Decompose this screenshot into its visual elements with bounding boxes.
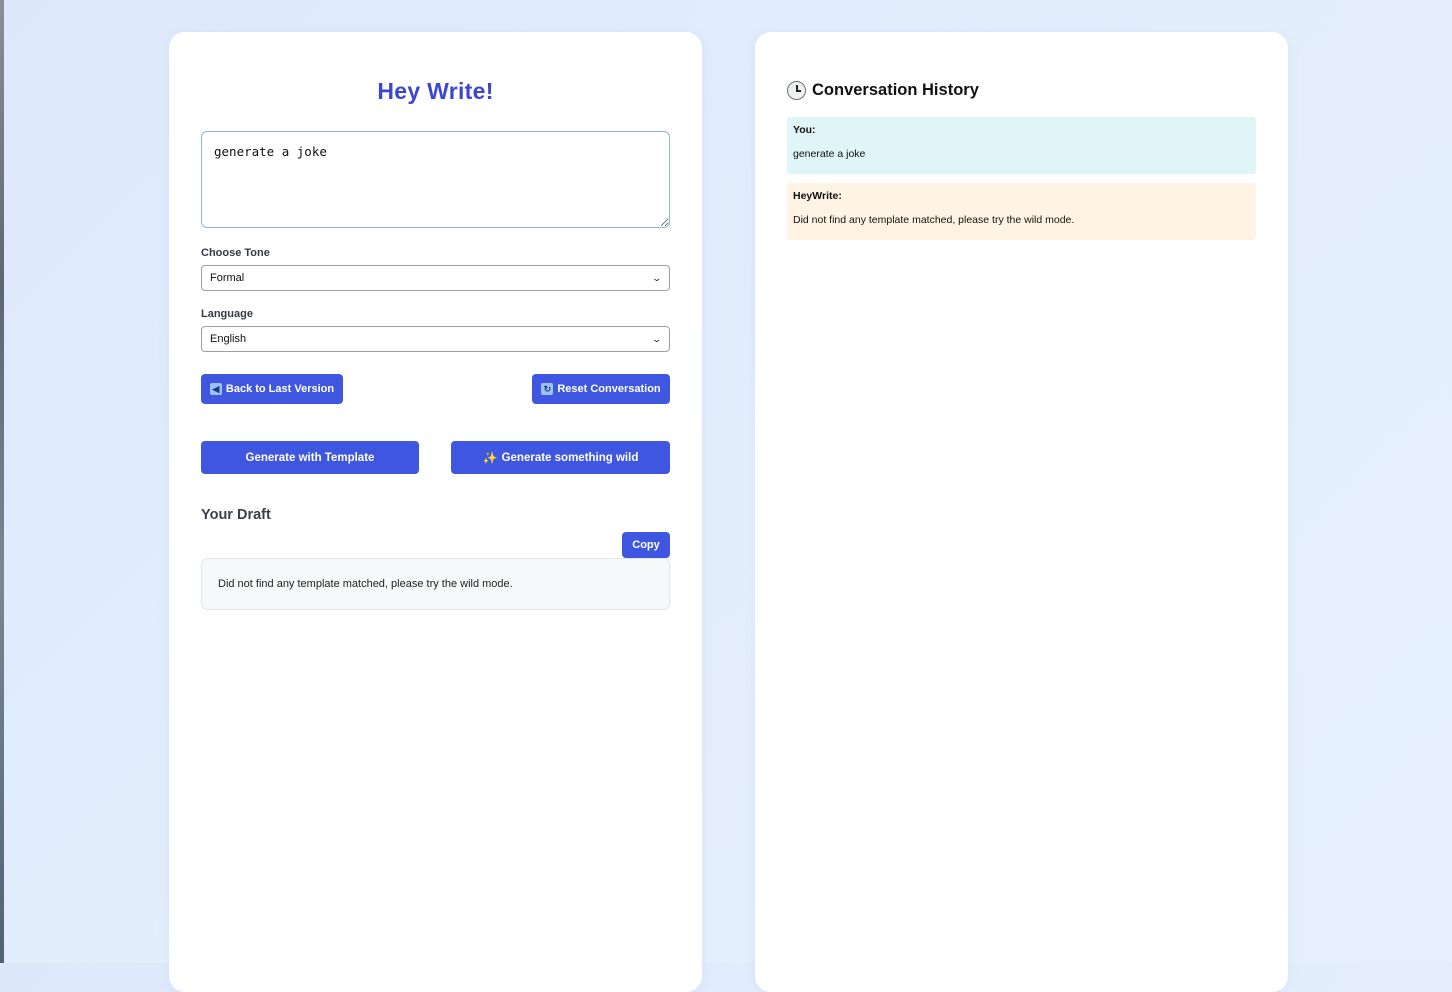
chevron-down-icon: ⌄ [651, 334, 663, 344]
draft-text: Did not find any template matched, pleas… [218, 578, 513, 590]
clock-icon [787, 81, 806, 100]
message-sender: HeyWrite: [793, 190, 842, 202]
message-text: Did not find any template matched, pleas… [793, 214, 1075, 226]
history-message-user: You: generate a joke [787, 117, 1256, 174]
tone-label: Choose Tone [201, 247, 270, 259]
language-label: Language [201, 308, 253, 320]
history-panel: Conversation History You: generate a jok… [755, 32, 1288, 992]
tone-select-value: Formal [210, 272, 245, 284]
generate-template-label: Generate with Template [245, 451, 375, 464]
draft-output: Did not find any template matched, pleas… [201, 558, 670, 610]
message-sender: You: [793, 124, 816, 136]
copy-button[interactable]: Copy [622, 532, 670, 558]
app-title: Hey Write! [377, 78, 494, 104]
history-title: Conversation History [787, 81, 979, 100]
reset-conversation-button[interactable]: ↻ Reset Conversation [532, 374, 670, 404]
generate-wild-button[interactable]: ✨ Generate something wild [451, 441, 670, 474]
copy-button-label: Copy [632, 539, 660, 551]
editor-panel: Hey Write! Choose Tone Formal ⌄ Language… [169, 32, 702, 992]
tone-select[interactable]: Formal ⌄ [201, 265, 670, 291]
chevron-down-icon: ⌄ [651, 273, 663, 283]
reset-button-label: Reset Conversation [557, 383, 661, 395]
prompt-input[interactable] [201, 131, 670, 228]
message-text: generate a joke [793, 148, 866, 160]
language-select[interactable]: English ⌄ [201, 326, 670, 352]
refresh-icon: ↻ [541, 383, 554, 395]
language-select-value: English [210, 333, 247, 345]
generate-with-template-button[interactable]: Generate with Template [201, 441, 419, 474]
draft-heading: Your Draft [201, 507, 271, 523]
back-button-label: Back to Last Version [225, 383, 335, 395]
history-title-text: Conversation History [812, 81, 979, 99]
desktop-edge [0, 0, 4, 963]
back-arrow-icon: ◀ [209, 383, 222, 395]
sparkles-icon: ✨ [482, 450, 498, 465]
back-to-last-version-button[interactable]: ◀ Back to Last Version [201, 374, 343, 404]
history-message-bot: HeyWrite: Did not find any template matc… [787, 183, 1256, 240]
generate-wild-label: Generate something wild [501, 451, 639, 464]
